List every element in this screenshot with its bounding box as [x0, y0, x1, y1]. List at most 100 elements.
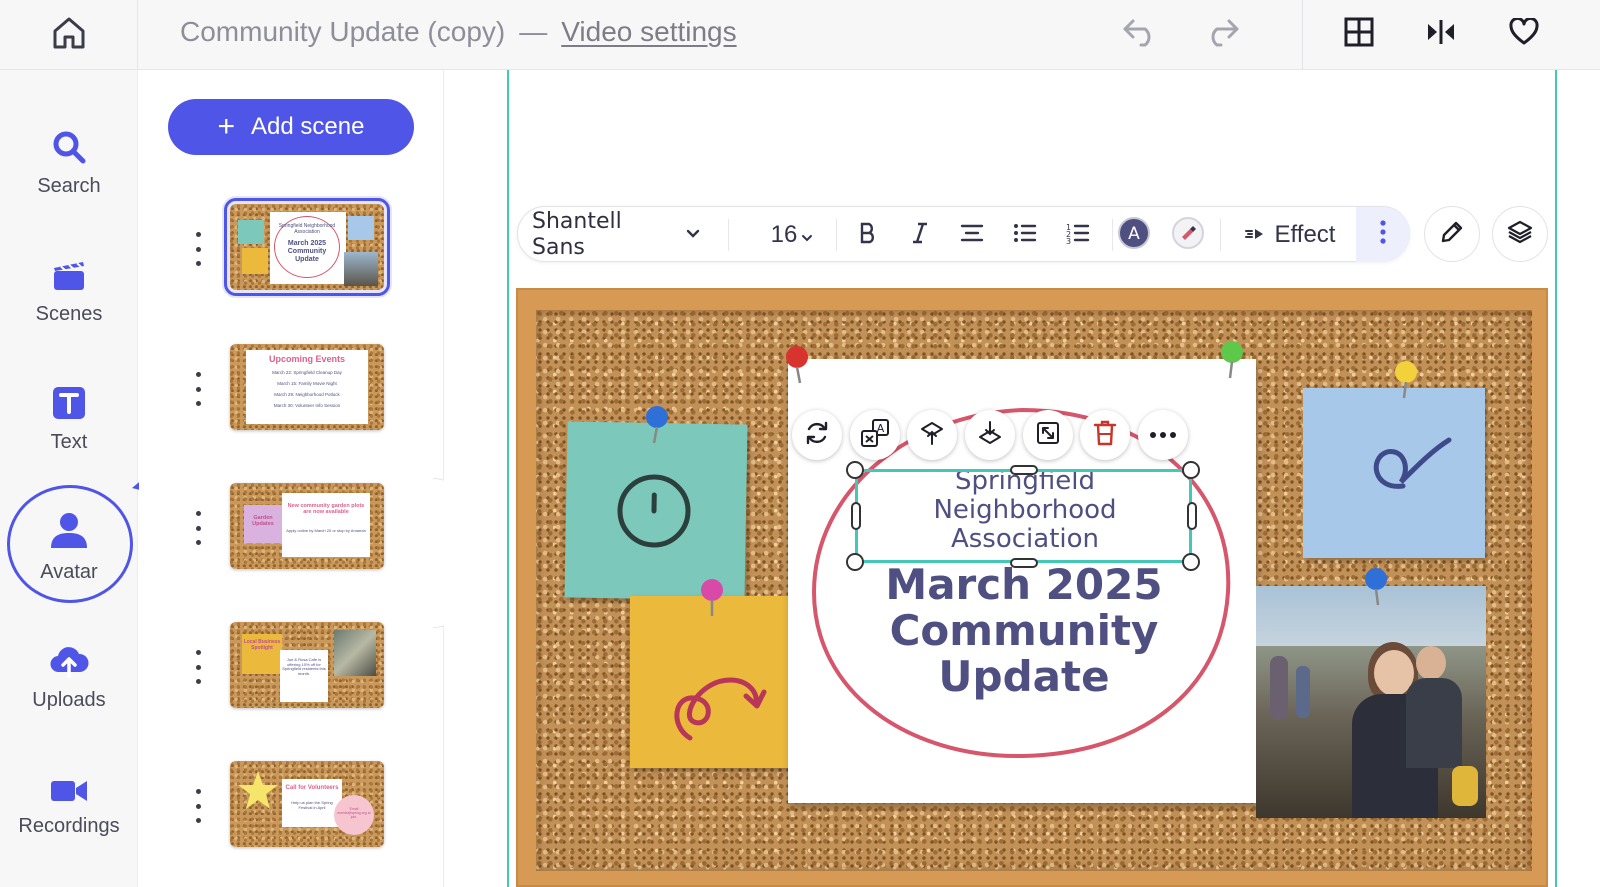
align-button[interactable] — [952, 207, 992, 263]
headline-text[interactable]: March 2025 Community Update — [848, 562, 1200, 700]
undo-button[interactable] — [1116, 10, 1164, 58]
blue-pushpin-icon — [646, 406, 668, 444]
thumb-title: Upcoming Events — [268, 354, 345, 364]
blue-pushpin-icon — [1365, 568, 1387, 606]
sticky-note-teal[interactable] — [564, 421, 748, 601]
scene-thumbnail[interactable]: Springfield Neighborhood Association Mar… — [224, 198, 390, 296]
numbered-list-icon: 123 — [1066, 222, 1090, 249]
scene-menu-icon[interactable] — [191, 511, 205, 545]
project-title[interactable]: Community Update (copy) — [180, 16, 505, 48]
scene-row[interactable]: Local Business Spotlight Joe & Rosa Café… — [139, 622, 444, 712]
magenta-pushpin-icon — [701, 579, 723, 616]
rail-item-scenes[interactable]: Scenes — [0, 242, 138, 342]
grid-button[interactable] — [1335, 10, 1383, 58]
resize-handle-sw[interactable] — [846, 553, 864, 571]
thumb-subtitle: Springfield Neighborhood Association — [278, 223, 336, 235]
edit-button[interactable] — [1424, 206, 1480, 262]
highlight-color-button[interactable] — [1170, 207, 1206, 263]
heart-icon — [1509, 16, 1539, 51]
pencil-icon — [1439, 219, 1465, 250]
rail-item-recordings[interactable]: Recordings — [0, 758, 138, 858]
thumb-line: March 29: Neighborhood Potluck — [274, 392, 340, 397]
numbered-list-button[interactable]: 123 — [1058, 207, 1098, 263]
rail-item-label: Search — [37, 175, 101, 197]
text-icon — [52, 386, 86, 425]
video-settings-link[interactable]: Video settings — [561, 16, 736, 48]
split-button[interactable] — [1417, 10, 1465, 58]
rail-item-label: Scenes — [35, 303, 103, 325]
more-vertical-icon — [1379, 220, 1387, 249]
thumb-circle-text: Email events@spring.org to join. — [337, 807, 371, 820]
font-size-select[interactable]: 16 — [762, 207, 822, 263]
svg-text:A: A — [1128, 224, 1140, 244]
scene-menu-icon[interactable] — [191, 232, 205, 266]
video-camera-icon — [50, 778, 88, 809]
text-selection-box[interactable] — [855, 469, 1192, 563]
bullet-list-button[interactable] — [1005, 207, 1045, 263]
add-scene-button[interactable]: + Add scene — [168, 99, 414, 155]
chevron-down-icon — [801, 221, 813, 249]
scene-menu-icon[interactable] — [191, 372, 205, 406]
resize-handle-e[interactable] — [1187, 502, 1197, 530]
delete-button[interactable] — [1080, 410, 1130, 460]
toolbar-divider — [836, 219, 837, 251]
resize-handle-se[interactable] — [1182, 553, 1200, 571]
favorite-button[interactable] — [1500, 10, 1548, 58]
canvas-guide-left — [507, 70, 509, 887]
rail-item-text[interactable]: Text — [0, 370, 138, 470]
resize-handle-s[interactable] — [1010, 558, 1038, 568]
bullet-list-icon — [1013, 223, 1037, 248]
font-family-select[interactable]: Shantell Sans — [532, 209, 632, 261]
volunteers-photo[interactable] — [1256, 586, 1486, 818]
thumb-title: New community garden plots are now avail… — [287, 503, 365, 516]
scene-thumbnail[interactable]: Call for Volunteers Help us plan the Spr… — [230, 761, 384, 847]
rail-item-label: Recordings — [18, 815, 120, 837]
home-button[interactable] — [0, 0, 138, 70]
bold-button[interactable] — [848, 207, 888, 263]
text-color-icon: A — [1117, 216, 1151, 255]
scene-menu-icon[interactable] — [191, 650, 205, 684]
resize-handle-w[interactable] — [851, 502, 861, 530]
font-dropdown-chevron[interactable] — [678, 207, 708, 263]
redo-icon — [1203, 17, 1241, 52]
text-color-button[interactable]: A — [1116, 207, 1152, 263]
resize-handle-n[interactable] — [1010, 465, 1038, 475]
scene-menu-icon[interactable] — [191, 789, 205, 823]
scene-row[interactable]: Garden Updates New community garden plot… — [139, 483, 444, 573]
effect-button[interactable]: Effect — [1238, 207, 1342, 263]
rail-item-search[interactable]: Search — [0, 114, 138, 214]
rail-item-uploads[interactable]: Uploads — [0, 628, 138, 728]
scene-thumbnail[interactable]: Garden Updates New community garden plot… — [230, 483, 384, 569]
align-center-icon — [960, 223, 984, 248]
sticky-note-yellow[interactable] — [630, 596, 790, 768]
effect-label: Effect — [1274, 221, 1336, 248]
refresh-icon — [804, 420, 830, 451]
resize-handle-nw[interactable] — [846, 461, 864, 479]
top-bar: Community Update (copy) — Video settings — [0, 0, 1600, 70]
redo-button[interactable] — [1198, 10, 1246, 58]
rotate-button[interactable] — [792, 410, 842, 460]
layers-button[interactable] — [1492, 206, 1548, 262]
resize-handle-ne[interactable] — [1182, 461, 1200, 479]
title-separator: — — [519, 16, 548, 47]
more-actions-button[interactable] — [1138, 410, 1188, 460]
send-backward-button[interactable] — [965, 410, 1015, 460]
thumb-title: Joe & Rosa Café is offering 10% off for … — [282, 657, 326, 676]
scene-thumbnail[interactable]: Local Business Spotlight Joe & Rosa Café… — [230, 622, 384, 708]
thumb-sub: Help us plan the Spring Festival in Apri… — [291, 800, 333, 810]
sticky-note-blue[interactable] — [1303, 388, 1485, 558]
thumb-note: Garden Updates — [252, 515, 274, 528]
svg-text:3: 3 — [1066, 237, 1071, 244]
layer-up-icon — [919, 420, 945, 451]
bring-forward-button[interactable] — [907, 410, 957, 460]
scene-row[interactable]: Springfield Neighborhood Association Mar… — [139, 198, 444, 296]
italic-button[interactable] — [900, 207, 940, 263]
scene-row[interactable]: Upcoming Events March 22: Springfield Cl… — [139, 344, 444, 434]
scene-thumbnail[interactable]: Upcoming Events March 22: Springfield Cl… — [230, 344, 384, 430]
scene-row[interactable]: Call for Volunteers Help us plan the Spr… — [139, 761, 444, 851]
more-horizontal-icon — [1149, 426, 1177, 444]
resize-button[interactable] — [1023, 410, 1073, 460]
translate-button[interactable]: A — [850, 410, 900, 460]
toolbar-more-button[interactable] — [1356, 207, 1410, 262]
add-scene-label: Add scene — [251, 113, 365, 140]
